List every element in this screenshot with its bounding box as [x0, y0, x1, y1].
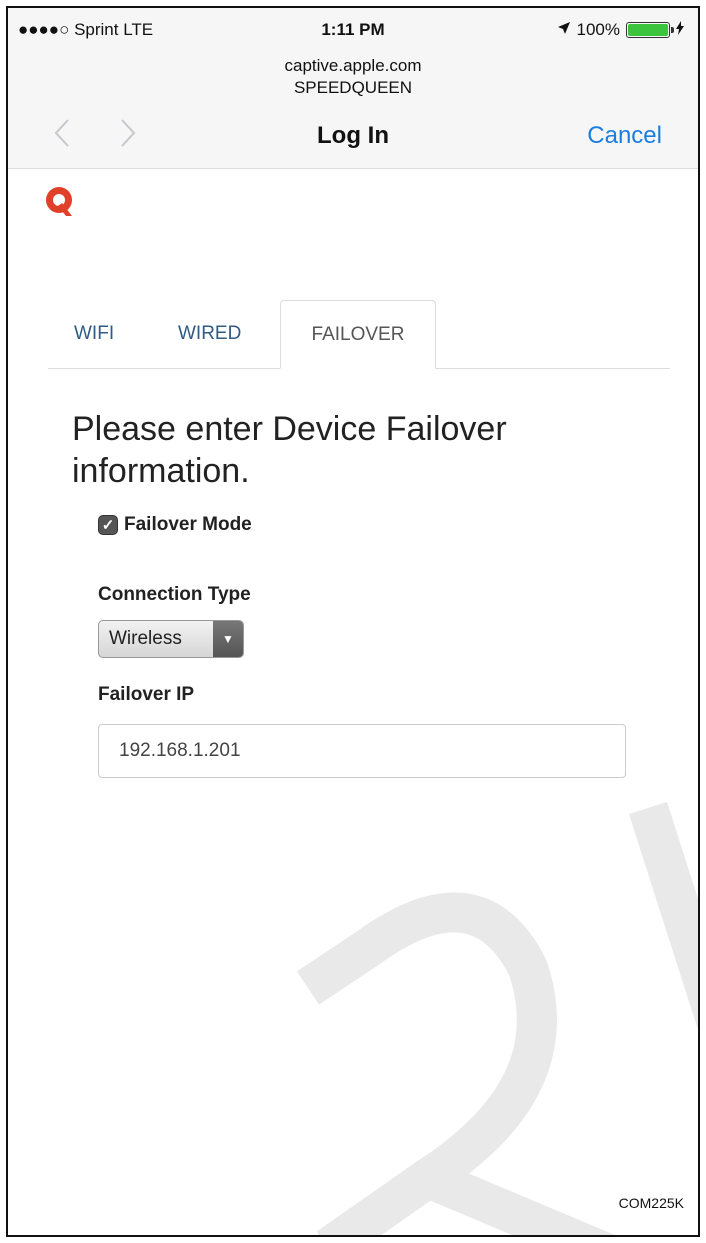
carrier-signal: ●●●●○ Sprint LTE	[18, 20, 154, 39]
tab-bar: WIFI WIRED FAILOVER	[48, 300, 670, 369]
status-time: 1:11 PM	[321, 20, 385, 39]
browser-host: captive.apple.com	[284, 56, 422, 75]
form-heading: Please enter Device Failover information…	[72, 410, 507, 490]
chevron-left-icon[interactable]	[54, 118, 70, 153]
location-arrow-icon	[557, 20, 571, 40]
lightning-icon	[676, 20, 684, 40]
browser-chrome: ●●●●○ Sprint LTE 1:11 PM 100% captive.ap…	[8, 8, 698, 169]
network-name: SPEEDQUEEN	[293, 78, 413, 97]
connection-type-value: Wireless	[109, 628, 182, 649]
connection-type-select[interactable]: Wireless ▼	[98, 620, 244, 658]
battery-icon	[626, 22, 674, 38]
speedqueen-logo-icon	[42, 184, 78, 220]
connection-type-label: Connection Type	[98, 584, 251, 605]
figure-code: COM225K	[618, 1195, 684, 1211]
failover-ip-input[interactable]	[98, 724, 626, 778]
failover-mode-row: ✓ Failover Mode	[98, 514, 252, 536]
tab-wired[interactable]: WIRED	[156, 300, 263, 368]
failover-mode-checkbox[interactable]: ✓	[98, 515, 118, 535]
cancel-button[interactable]: Cancel	[587, 122, 662, 150]
tab-failover[interactable]: FAILOVER	[280, 300, 436, 369]
battery-percent: 100%	[576, 20, 620, 39]
phone-screen-frame: ●●●●○ Sprint LTE 1:11 PM 100% captive.ap…	[6, 6, 700, 1237]
chevron-right-icon[interactable]	[120, 118, 136, 153]
status-bar: ●●●●○ Sprint LTE 1:11 PM 100%	[8, 8, 698, 48]
status-right: 100%	[557, 20, 684, 40]
browser-nav-bar: Log In Cancel	[8, 112, 698, 152]
page-title: Log In	[317, 122, 389, 149]
failover-mode-label: Failover Mode	[124, 514, 252, 535]
chevron-down-icon: ▼	[213, 621, 243, 657]
failover-ip-label: Failover IP	[98, 684, 195, 705]
tab-wifi[interactable]: WIFI	[52, 300, 136, 368]
